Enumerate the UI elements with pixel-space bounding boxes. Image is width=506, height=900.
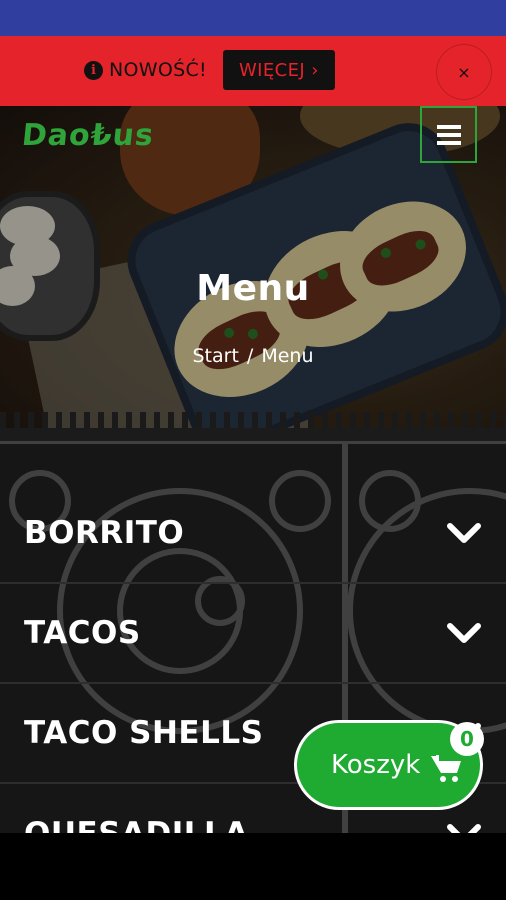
category-label: QUESADILLA [24, 816, 249, 833]
promo-text: NOWOŚĆ! [109, 59, 207, 81]
more-button[interactable]: WIĘCEJ › [222, 50, 335, 90]
chevron-down-icon [447, 623, 481, 643]
cart-count-badge: 0 [450, 722, 484, 756]
page-title: Menu [196, 268, 310, 309]
chevron-down-icon [447, 824, 481, 833]
breadcrumb-separator: / [246, 345, 254, 367]
cart-icon [431, 755, 461, 782]
status-bar [0, 0, 506, 36]
cart-label: Koszyk [331, 750, 421, 780]
category-label: BORRITO [24, 515, 185, 551]
system-navigation-bar [0, 833, 506, 900]
breadcrumb: Start / Menu [0, 345, 506, 367]
chevron-down-icon [447, 523, 481, 543]
breadcrumb-home[interactable]: Start [193, 345, 239, 367]
category-label: TACO SHELLS [24, 715, 264, 751]
category-label: TACOS [24, 615, 141, 651]
hamburger-icon [436, 124, 461, 129]
category-row-tacos[interactable]: TACOS [0, 584, 506, 684]
close-promo-button[interactable]: × [436, 44, 492, 100]
menu-button[interactable] [420, 106, 477, 163]
category-row-borrito[interactable]: BORRITO [0, 484, 506, 584]
decorative-fringe-band [0, 428, 506, 442]
breadcrumb-current: Menu [261, 345, 314, 367]
info-icon: i [84, 60, 103, 80]
logo[interactable]: Dao₺us [20, 118, 156, 153]
promo-banner: i NOWOŚĆ! WIĘCEJ › [0, 36, 506, 106]
